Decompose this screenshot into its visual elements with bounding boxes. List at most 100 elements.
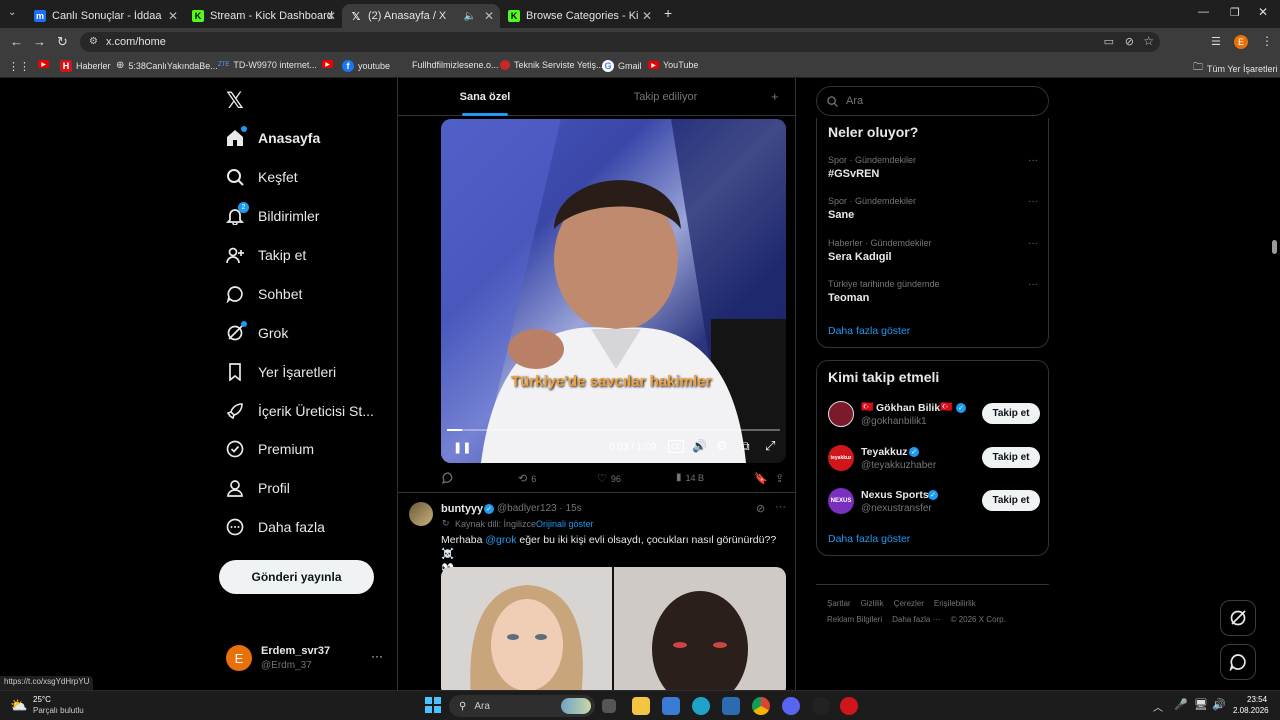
more-dots-icon[interactable]: ··· bbox=[371, 649, 383, 663]
nav-creator-studio[interactable]: İçerik Üreticisi St... bbox=[226, 402, 374, 420]
bookmark-facebook[interactable]: f youtube bbox=[342, 60, 390, 72]
like-button[interactable]: ♡ 96 bbox=[597, 472, 621, 485]
captions-icon[interactable]: cc bbox=[668, 440, 684, 453]
add-feed-icon[interactable]: + bbox=[771, 89, 779, 104]
trends-show-more[interactable]: Daha fazla göster bbox=[828, 325, 910, 337]
footer-link[interactable]: Şartlar bbox=[827, 599, 851, 608]
post[interactable]: buntyyy ✓ @badlyer123 · 15s ⊘ ··· ↻ Kayn… bbox=[398, 493, 795, 690]
close-icon[interactable]: ✕ bbox=[168, 9, 178, 23]
network-icon[interactable]: 🖥 bbox=[1194, 698, 1208, 711]
nav-chat[interactable]: Sohbet bbox=[226, 285, 302, 303]
tab-2[interactable]: K Stream - Kick Dashboard ✕ bbox=[184, 4, 342, 28]
more-dots-icon[interactable]: ··· bbox=[1028, 238, 1038, 249]
account-switcher[interactable]: E Erdem_svr37 @Erdm_37 ··· bbox=[226, 643, 386, 675]
nav-bookmarks[interactable]: Yer İşaretleri bbox=[226, 363, 336, 381]
follow-suggestion[interactable]: NEXUS Nexus Sports ✓ @nexustransfer Taki… bbox=[817, 486, 1050, 524]
grok-icon[interactable]: ⊘ bbox=[756, 502, 765, 515]
footer-link[interactable]: Gizlilik bbox=[861, 599, 884, 608]
back-icon[interactable]: ← bbox=[10, 34, 23, 49]
taskbar-search[interactable]: ⚲ Ara bbox=[449, 695, 595, 717]
post-author[interactable]: buntyyy bbox=[441, 503, 483, 515]
post-button[interactable]: Gönderi yayınla bbox=[219, 560, 374, 594]
follow-suggestion[interactable]: teyakkuz Teyakkuz ✓ @teyakkuzhaber Takip… bbox=[817, 443, 1050, 481]
trend-item[interactable]: Spor · Gündemdekiler #GSvREN ··· bbox=[828, 155, 1038, 180]
volume-icon[interactable]: 🔊 bbox=[692, 439, 707, 453]
bookmark-fullhd[interactable]: Fullhdfilmizlesene.o... bbox=[412, 60, 499, 70]
app-icon[interactable] bbox=[840, 697, 858, 715]
post-image-grid[interactable] bbox=[441, 567, 786, 690]
tray-chevron-icon[interactable]: ︿ bbox=[1153, 699, 1163, 714]
pause-icon[interactable]: ❚❚ bbox=[453, 441, 471, 454]
forward-icon[interactable]: → bbox=[33, 34, 46, 49]
apps-icon[interactable]: ⋮⋮ bbox=[8, 60, 30, 73]
mention-link[interactable]: @grok bbox=[485, 534, 516, 546]
volume-icon[interactable]: 🔊 bbox=[1212, 698, 1226, 711]
bookmark-gmail[interactable]: G Gmail bbox=[602, 60, 642, 72]
tab-1[interactable]: m Canlı Sonuçlar - İddaa Sonuçları ✕ bbox=[26, 4, 184, 28]
reload-icon[interactable]: ↻ bbox=[57, 34, 68, 50]
avatar[interactable]: teyakkuz bbox=[828, 445, 854, 471]
grok-fab[interactable] bbox=[1220, 600, 1256, 636]
clock-time[interactable]: 23:54 bbox=[1247, 695, 1267, 704]
tab-for-you[interactable]: Sana özel bbox=[398, 78, 572, 116]
media-icon[interactable]: ☰ bbox=[1211, 35, 1221, 48]
messages-fab[interactable] bbox=[1220, 644, 1256, 680]
bookmark-youtube-icon[interactable]: ▶ bbox=[38, 60, 49, 68]
bookmark-post-icon[interactable]: 🔖 bbox=[754, 472, 768, 485]
post-image-left[interactable] bbox=[441, 567, 612, 690]
bookmark-youtube-lower[interactable]: ▶ bbox=[322, 60, 333, 68]
windows-start-icon[interactable] bbox=[425, 697, 441, 713]
close-icon[interactable]: ✕ bbox=[326, 9, 336, 23]
tab-4[interactable]: K Browse Categories - Kick Stream ✕ bbox=[500, 4, 658, 28]
close-window-icon[interactable]: ✕ bbox=[1258, 5, 1268, 19]
close-icon[interactable]: ✕ bbox=[642, 9, 652, 23]
trend-item[interactable]: Spor · Gündemdekiler Sane ··· bbox=[828, 196, 1038, 221]
post-image-right[interactable] bbox=[614, 567, 786, 690]
show-original-link[interactable]: Orijinali göster bbox=[536, 519, 594, 529]
follow-button[interactable]: Takip et bbox=[982, 447, 1040, 468]
nav-home[interactable]: Anasayfa bbox=[226, 126, 320, 147]
bookmark-canli[interactable]: ⊕ 5:38CanlıYakındaBe... bbox=[116, 60, 218, 71]
trend-item[interactable]: Türkiye tarihinde gündemde Teoman ··· bbox=[828, 279, 1038, 304]
who-show-more[interactable]: Daha fazla göster bbox=[828, 533, 910, 545]
footer-link[interactable]: Çerezler bbox=[894, 599, 924, 608]
x-logo[interactable]: 𝕏 bbox=[226, 88, 244, 114]
trend-item[interactable]: Haberler · Gündemdekiler Sera Kadıgil ··… bbox=[828, 238, 1038, 263]
video-player[interactable]: Türkiye'de savcılar hakimler ❚❚ 0:03 / 1… bbox=[441, 119, 786, 463]
discord-icon[interactable] bbox=[782, 697, 800, 715]
all-bookmarks[interactable]: 🗀 Tüm Yer İşaretleri bbox=[1193, 60, 1278, 77]
nav-notifications[interactable]: 2 Bildirimler bbox=[226, 202, 319, 225]
new-tab-icon[interactable]: + bbox=[664, 5, 672, 21]
star-icon[interactable]: ☆ bbox=[1143, 34, 1154, 48]
more-dots-icon[interactable]: ··· bbox=[1028, 196, 1038, 207]
pip-icon[interactable]: ⧉ bbox=[741, 439, 750, 454]
follow-button[interactable]: Takip et bbox=[982, 403, 1040, 424]
views-button[interactable]: ▮ 14 B bbox=[676, 472, 704, 483]
profile-avatar[interactable]: E bbox=[1234, 35, 1248, 49]
site-info-icon[interactable]: ⚙ bbox=[89, 36, 98, 47]
tab-3[interactable]: 𝕏 (2) Anasayfa / X 🔈 ✕ bbox=[342, 4, 500, 28]
reply-button[interactable] bbox=[442, 472, 454, 484]
nav-explore[interactable]: Keşfet bbox=[226, 168, 298, 186]
task-view-icon[interactable] bbox=[602, 699, 616, 713]
more-dots-icon[interactable]: ··· bbox=[775, 501, 786, 513]
tab-search-icon[interactable]: ⌄ bbox=[8, 7, 16, 18]
more-dots-icon[interactable]: ··· bbox=[1028, 279, 1038, 290]
teams-icon[interactable] bbox=[662, 697, 680, 715]
avatar[interactable] bbox=[828, 401, 854, 427]
speaker-icon[interactable]: 🔈 bbox=[464, 11, 476, 22]
follow-button[interactable]: Takip et bbox=[982, 490, 1040, 511]
footer-link[interactable]: Daha fazla ··· bbox=[892, 615, 940, 624]
bookmark-youtube[interactable]: ▶ YouTube bbox=[648, 60, 698, 70]
close-icon[interactable]: ✕ bbox=[484, 9, 494, 23]
minimize-icon[interactable]: — bbox=[1198, 6, 1209, 18]
nav-profile[interactable]: Profil bbox=[226, 479, 290, 497]
follow-suggestion[interactable]: 🇹🇷 Gökhan Bilik 🇹🇷 ✓ @gokhanbilik1 Takip… bbox=[817, 399, 1050, 437]
nav-follow[interactable]: Takip et bbox=[226, 246, 306, 264]
eye-off-icon[interactable]: ⊘ bbox=[1125, 35, 1134, 48]
post-avatar[interactable] bbox=[409, 502, 433, 526]
menu-icon[interactable]: ⋮ bbox=[1261, 34, 1273, 48]
avatar[interactable]: NEXUS bbox=[828, 488, 854, 514]
nav-premium[interactable]: Premium bbox=[226, 440, 314, 458]
weather-icon[interactable]: ⛅ bbox=[10, 697, 27, 714]
